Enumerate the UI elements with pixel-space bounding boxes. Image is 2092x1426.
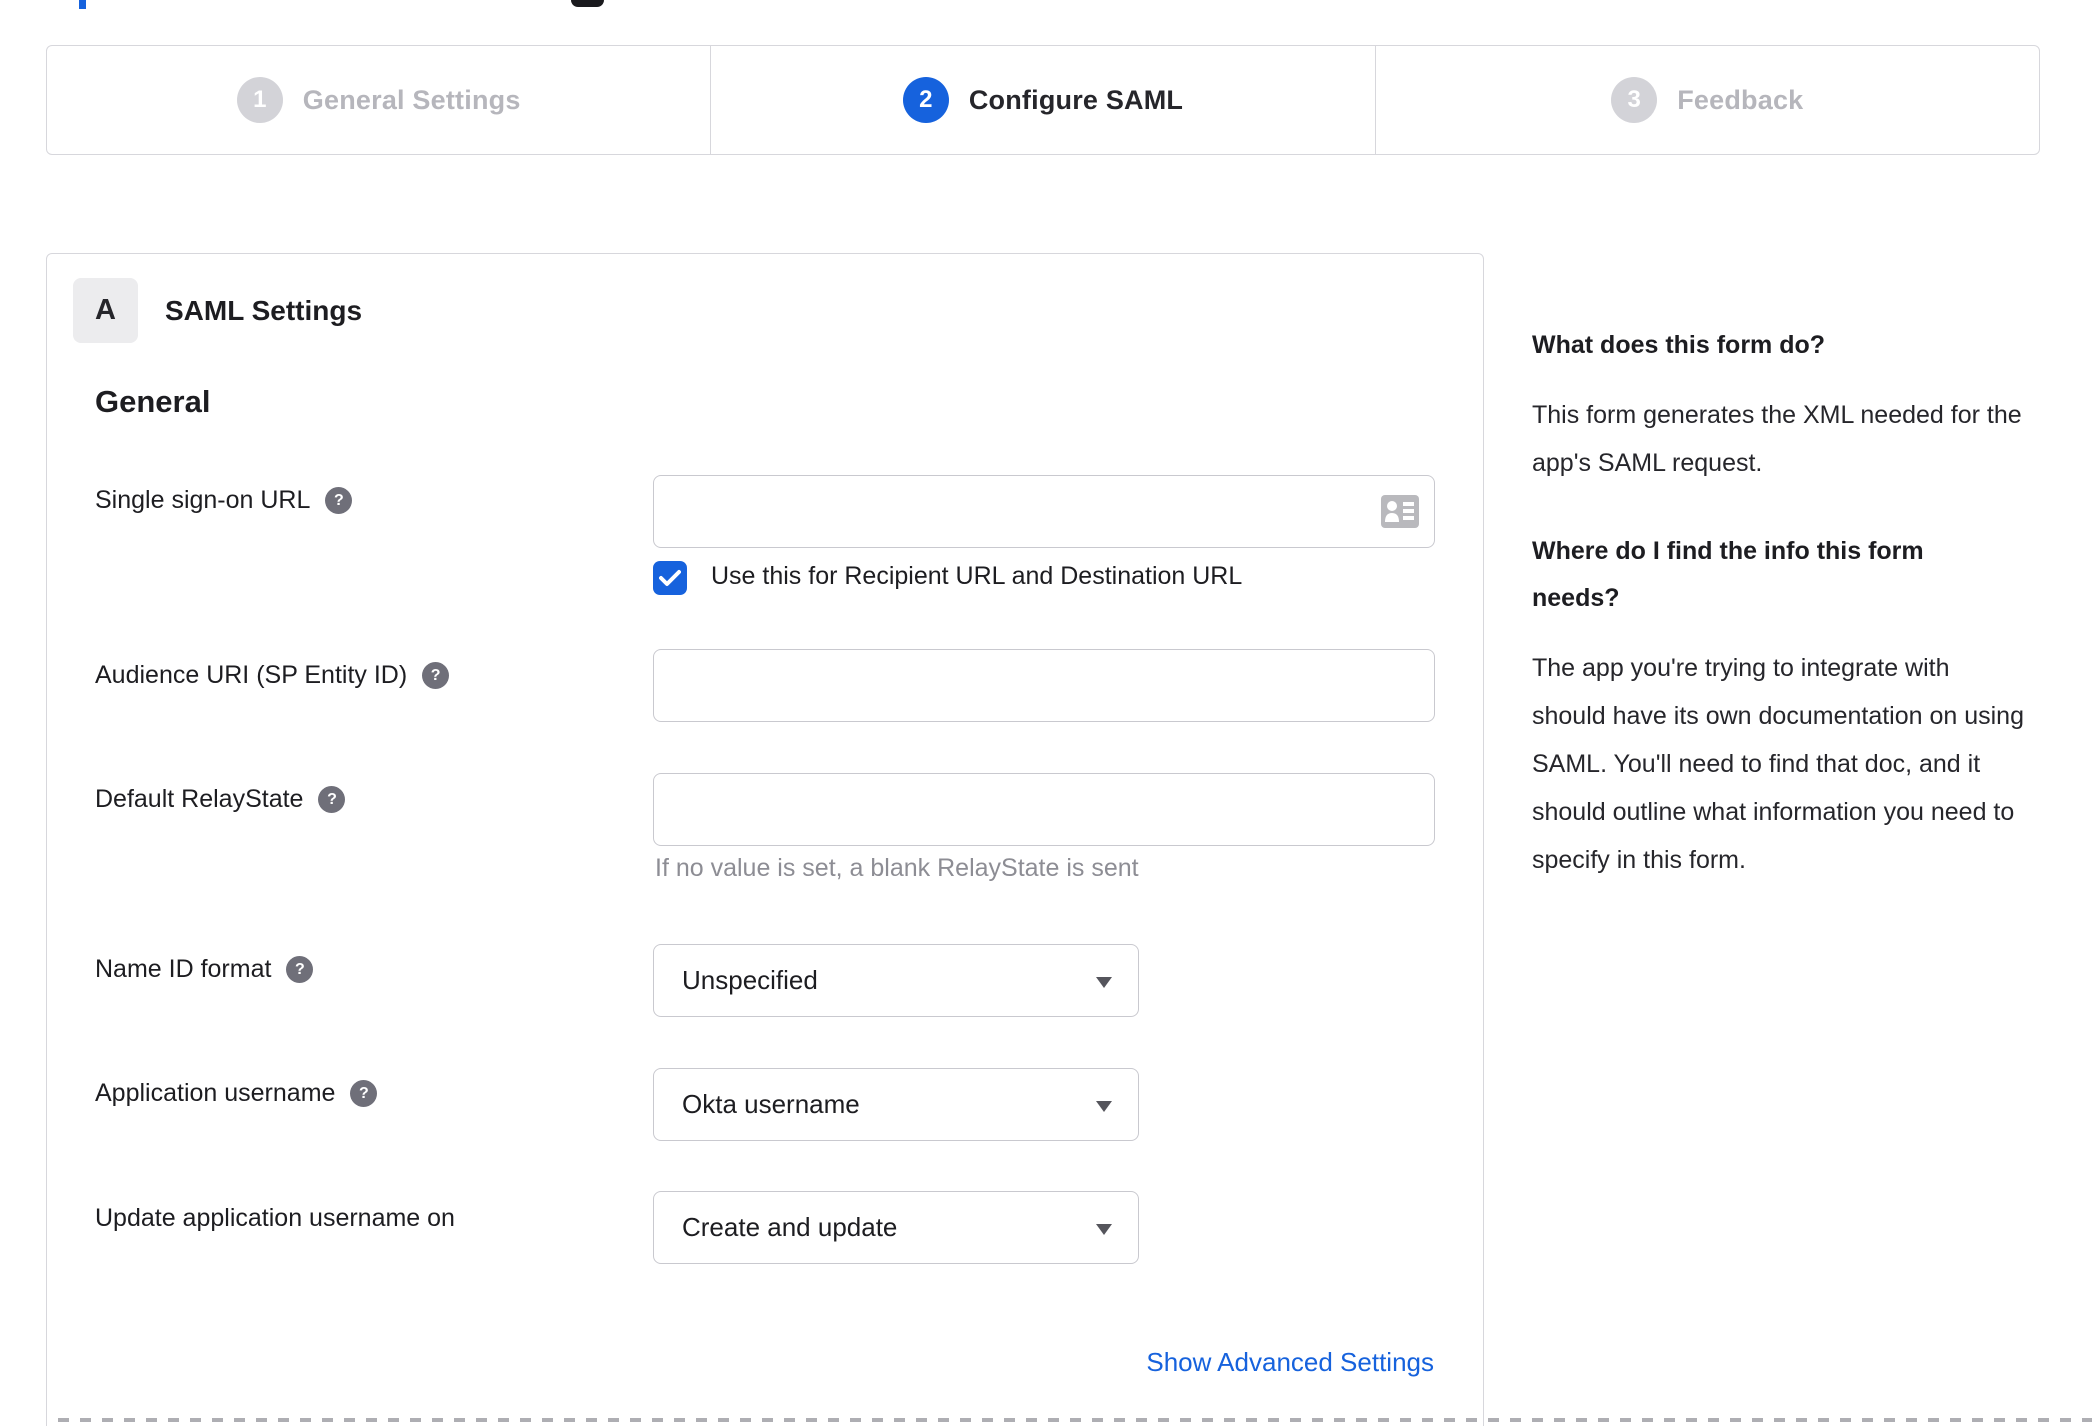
checkmark-icon: [659, 570, 681, 586]
step-general-settings[interactable]: 1 General Settings: [47, 46, 710, 154]
application-username-value: Okta username: [682, 1089, 860, 1119]
update-app-username-value: Create and update: [682, 1212, 898, 1242]
help-section-where: Where do I find the info this form needs…: [1532, 528, 2024, 884]
wizard-stepper: 1 General Settings 2 Configure SAML 3 Fe…: [46, 45, 2040, 155]
section-title: SAML Settings: [165, 294, 363, 326]
step-1-label: General Settings: [302, 84, 521, 115]
audience-uri-label-row: Audience URI (SP Entity ID): [95, 661, 450, 690]
show-advanced-settings-link[interactable]: Show Advanced Settings: [1146, 1347, 1434, 1378]
update-app-username-label: Update application username on: [95, 1204, 455, 1232]
chevron-down-icon: [1096, 977, 1112, 988]
name-id-format-label: Name ID format: [95, 955, 272, 983]
audience-uri-label: Audience URI (SP Entity ID): [95, 661, 408, 689]
chevron-down-icon: [1096, 1101, 1112, 1112]
sso-url-input-wrap: [653, 475, 1435, 548]
help-heading-where: Where do I find the info this form needs…: [1532, 537, 1924, 612]
saml-settings-panel: A SAML Settings General Single sign-on U…: [46, 253, 1484, 1426]
default-relaystate-helper-text: If no value is set, a blank RelayState i…: [655, 854, 1139, 882]
audience-uri-help-icon[interactable]: [422, 662, 450, 689]
clipped-header-fragment-blue: [79, 0, 86, 9]
step-feedback[interactable]: 3 Feedback: [1374, 46, 2039, 154]
chevron-down-icon: [1096, 1224, 1112, 1235]
help-section-what: What does this form do? This form genera…: [1532, 322, 2024, 487]
help-heading-what: What does this form do?: [1532, 331, 1826, 359]
general-group-heading: General: [95, 384, 211, 419]
update-app-username-label-row: Update application username on: [95, 1204, 455, 1233]
clipped-header-fragment-black: [571, 0, 604, 7]
audience-uri-input[interactable]: [653, 649, 1435, 722]
update-app-username-select[interactable]: Create and update: [653, 1191, 1139, 1264]
default-relaystate-label: Default RelayState: [95, 785, 304, 813]
bottom-dashed-divider: [58, 1418, 2092, 1422]
sso-url-label-row: Single sign-on URL: [95, 486, 353, 515]
step-3-label: Feedback: [1677, 84, 1804, 115]
default-relaystate-input[interactable]: [653, 773, 1435, 846]
application-username-select[interactable]: Okta username: [653, 1068, 1139, 1141]
recipient-url-checkbox-label[interactable]: Use this for Recipient URL and Destinati…: [711, 562, 1242, 591]
application-username-label-row: Application username: [95, 1079, 378, 1108]
help-body-what: This form generates the XML needed for t…: [1532, 401, 2022, 477]
sso-url-input[interactable]: [653, 475, 1435, 548]
help-body-where: The app you're trying to integrate with …: [1532, 654, 2024, 874]
default-relaystate-label-row: Default RelayState: [95, 785, 346, 814]
panel-header: A SAML Settings: [73, 278, 362, 343]
step-configure-saml[interactable]: 2 Configure SAML: [710, 46, 1374, 154]
sso-url-help-icon[interactable]: [325, 487, 353, 514]
step-2-circle: 2: [902, 77, 949, 123]
step-3-circle: 3: [1611, 77, 1658, 123]
step-2-label: Configure SAML: [968, 84, 1184, 115]
section-a-badge: A: [73, 278, 138, 343]
name-id-format-value: Unspecified: [682, 965, 818, 995]
sso-url-label: Single sign-on URL: [95, 486, 311, 514]
recipient-url-checkbox[interactable]: [653, 561, 687, 595]
configure-saml-page: 1 General Settings 2 Configure SAML 3 Fe…: [0, 0, 2092, 1426]
name-id-format-label-row: Name ID format: [95, 955, 314, 984]
step-1-circle: 1: [236, 77, 283, 123]
default-relaystate-help-icon[interactable]: [318, 786, 346, 813]
name-id-format-select[interactable]: Unspecified: [653, 944, 1139, 1017]
name-id-format-help-icon[interactable]: [286, 956, 314, 983]
application-username-label: Application username: [95, 1079, 336, 1107]
application-username-help-icon[interactable]: [350, 1080, 378, 1107]
